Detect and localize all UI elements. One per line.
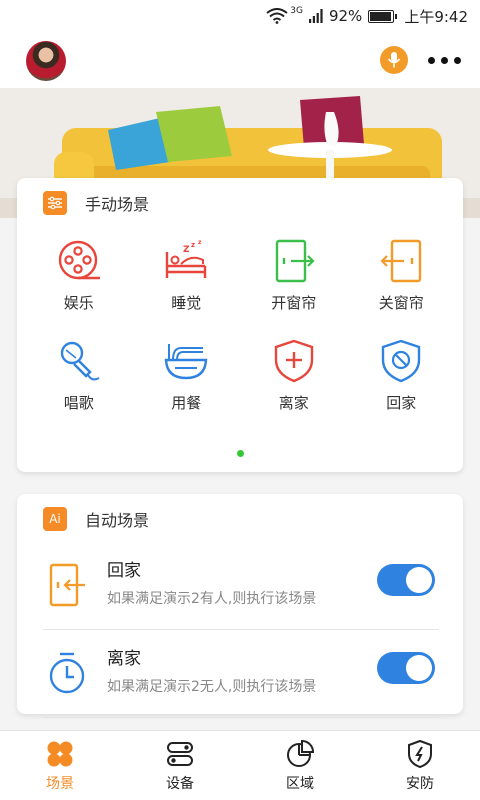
close-curtain-icon bbox=[380, 239, 422, 283]
scene-leave-home[interactable]: 离家 bbox=[240, 338, 348, 420]
manual-scenes-header: 手动场景 bbox=[43, 191, 149, 215]
battery-percent: 92% bbox=[328, 7, 363, 25]
auto-scenes-title: 自动场景 bbox=[85, 511, 150, 530]
toggle-icon bbox=[167, 741, 193, 766]
clover-icon bbox=[47, 741, 73, 766]
scene-close-curtain[interactable]: 关窗帘 bbox=[348, 238, 456, 320]
wifi-icon bbox=[266, 8, 288, 24]
scene-entertainment[interactable]: 娱乐 bbox=[25, 238, 133, 320]
bottom-nav: 场景 设备 区域 安防 bbox=[0, 730, 480, 800]
scene-label: 唱歌 bbox=[63, 394, 94, 412]
microphone-icon bbox=[387, 52, 401, 68]
ai-badge: Ai bbox=[43, 507, 67, 531]
scene-grid: 娱乐 Z z z 睡觉 开窗帘 关窗帘 唱歌 用餐 离家 回家 bbox=[25, 238, 455, 420]
shield-plus-icon bbox=[274, 339, 313, 383]
pie-chart-icon bbox=[287, 739, 315, 767]
film-reel-icon bbox=[58, 240, 100, 280]
scene-label: 娱乐 bbox=[63, 294, 94, 312]
open-curtain-icon bbox=[275, 239, 315, 283]
tab-label: 设备 bbox=[166, 775, 194, 792]
tab-label: 场景 bbox=[46, 775, 74, 792]
auto-rule-desc: 如果满足演示2无人,则执行该场景 bbox=[107, 679, 317, 695]
scene-sing[interactable]: 唱歌 bbox=[25, 338, 133, 420]
svg-text:Z: Z bbox=[183, 245, 190, 255]
shield-ban-icon bbox=[382, 339, 421, 383]
scene-label: 离家 bbox=[278, 394, 309, 412]
signal-icon bbox=[308, 9, 323, 23]
scene-label: 睡觉 bbox=[171, 294, 202, 312]
tab-devices[interactable]: 设备 bbox=[120, 731, 240, 800]
sliders-icon bbox=[43, 191, 67, 215]
scene-sleep[interactable]: Z z z 睡觉 bbox=[133, 238, 241, 320]
scene-open-curtain[interactable]: 开窗帘 bbox=[240, 238, 348, 320]
auto-rule-row[interactable]: 回家 如果满足演示2有人,则执行该场景 bbox=[43, 542, 439, 630]
auto-rule-row[interactable]: 离家 如果满足演示2无人,则执行该场景 bbox=[43, 630, 439, 718]
shield-bolt-icon bbox=[408, 739, 432, 768]
timer-icon bbox=[49, 652, 85, 694]
manual-scenes-title: 手动场景 bbox=[85, 195, 150, 214]
scene-label: 回家 bbox=[386, 394, 417, 412]
svg-text:z: z bbox=[191, 241, 195, 249]
scene-dining[interactable]: 用餐 bbox=[133, 338, 241, 420]
auto-rule-toggle[interactable] bbox=[377, 652, 435, 684]
svg-text:z: z bbox=[198, 239, 202, 246]
tab-label: 区域 bbox=[286, 775, 314, 792]
manual-scenes-card: 手动场景 娱乐 Z z z 睡觉 开窗帘 关窗帘 唱歌 用餐 离家 回家 bbox=[17, 178, 463, 472]
tab-security[interactable]: 安防 bbox=[360, 731, 480, 800]
bed-icon: Z z z bbox=[166, 239, 207, 278]
noodle-bowl-icon bbox=[164, 344, 208, 380]
clock: 上午9:42 bbox=[404, 7, 468, 26]
scene-label: 关窗帘 bbox=[378, 294, 424, 312]
tab-label: 安防 bbox=[406, 775, 434, 792]
battery-icon bbox=[368, 9, 398, 23]
network-type: 3G bbox=[290, 6, 303, 16]
scene-label: 用餐 bbox=[171, 394, 202, 412]
auto-rule-desc: 如果满足演示2有人,则执行该场景 bbox=[107, 591, 317, 607]
auto-rule-toggle[interactable] bbox=[377, 564, 435, 596]
more-dots-icon bbox=[427, 56, 435, 64]
auto-scenes-card: Ai 自动场景 回家 如果满足演示2有人,则执行该场景 离家 如果满足演示2无人… bbox=[17, 494, 463, 718]
door-enter-icon bbox=[49, 563, 85, 607]
tab-zones[interactable]: 区域 bbox=[240, 731, 360, 800]
scene-label: 开窗帘 bbox=[271, 294, 317, 312]
auto-rule-name: 回家 bbox=[107, 561, 141, 581]
auto-rule-name: 离家 bbox=[107, 649, 141, 669]
page-indicator[interactable] bbox=[237, 450, 244, 457]
avatar[interactable] bbox=[26, 41, 66, 81]
microphone-icon bbox=[60, 341, 100, 381]
status-bar: 3G 92% 上午9:42 bbox=[0, 0, 480, 32]
voice-button[interactable] bbox=[380, 46, 408, 74]
scene-back-home[interactable]: 回家 bbox=[348, 338, 456, 420]
header bbox=[0, 32, 480, 88]
more-button[interactable] bbox=[424, 50, 464, 70]
auto-scenes-header: Ai 自动场景 bbox=[43, 507, 149, 531]
tab-scenes[interactable]: 场景 bbox=[0, 731, 120, 800]
